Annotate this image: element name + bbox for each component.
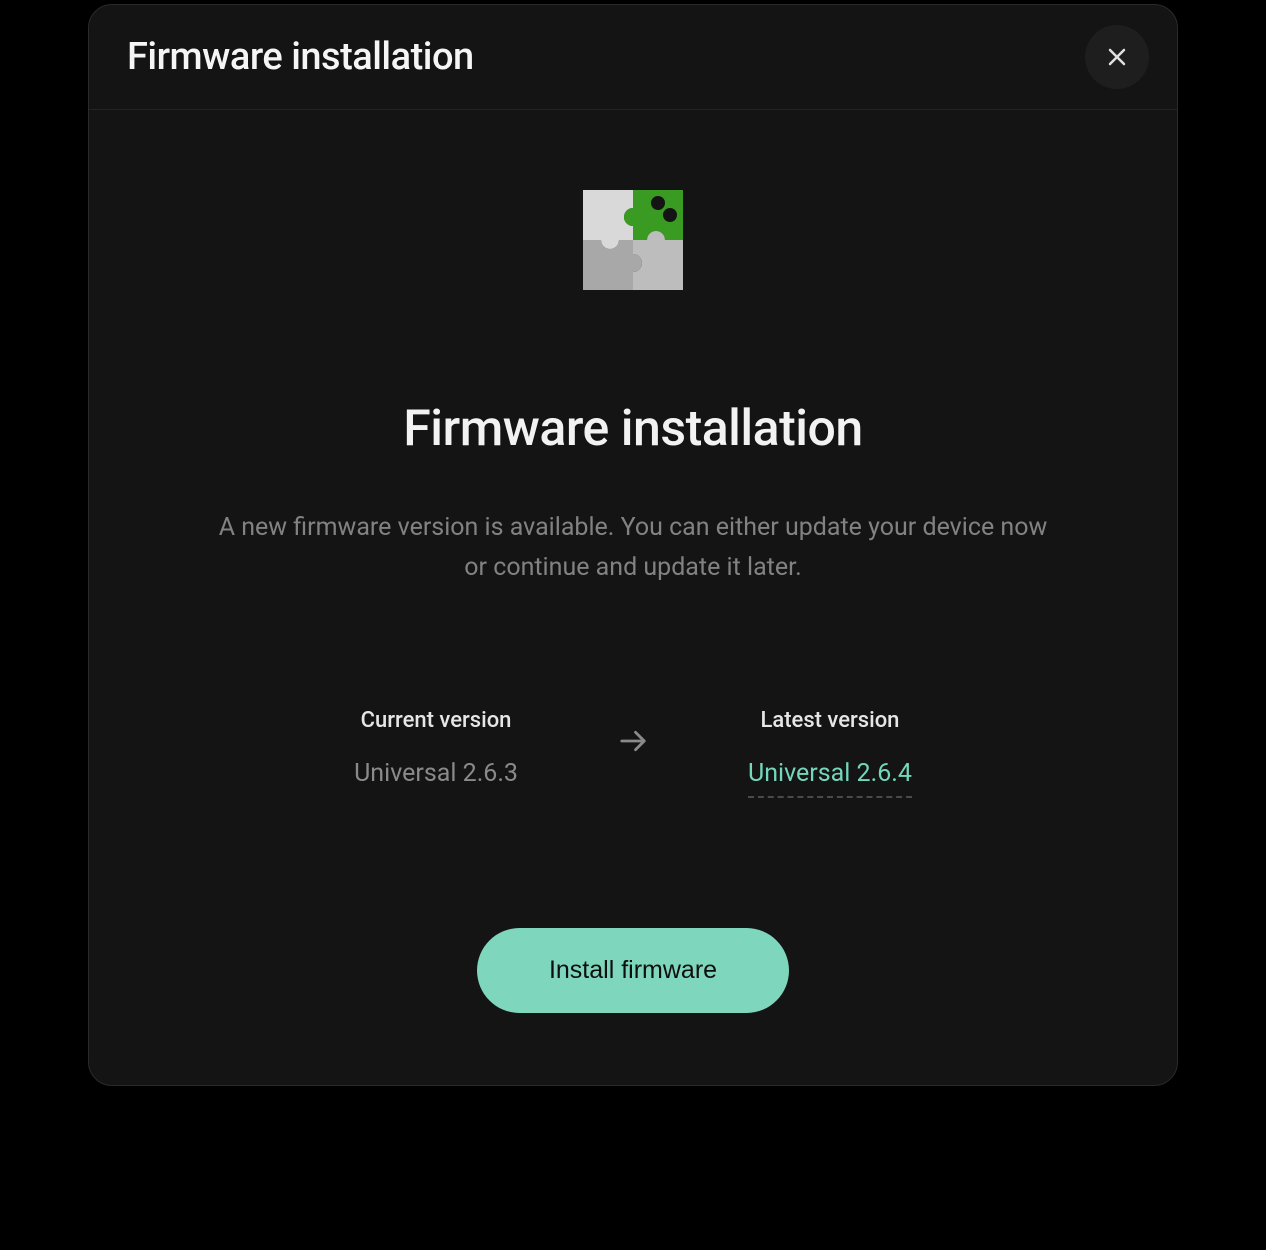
modal-title: Firmware installation	[127, 35, 474, 79]
firmware-install-modal: Firmware installation	[88, 4, 1178, 1086]
close-button[interactable]	[1085, 25, 1149, 89]
modal-header: Firmware installation	[89, 5, 1177, 110]
close-icon	[1105, 45, 1129, 69]
modal-body: Firmware installation A new firmware ver…	[89, 110, 1177, 1085]
current-version-label: Current version	[361, 708, 512, 733]
current-version-block: Current version Universal 2.6.3	[354, 708, 518, 788]
puzzle-icon	[563, 170, 703, 310]
latest-version-label: Latest version	[760, 708, 899, 733]
arrow-right-icon	[618, 726, 648, 760]
description-text: A new firmware version is available. You…	[218, 508, 1048, 588]
current-version-value: Universal 2.6.3	[354, 759, 518, 788]
install-firmware-button[interactable]: Install firmware	[477, 928, 789, 1013]
version-row: Current version Universal 2.6.3 Latest v…	[354, 708, 912, 798]
main-heading: Firmware installation	[403, 400, 862, 458]
latest-version-block: Latest version Universal 2.6.4	[748, 708, 912, 798]
latest-version-value[interactable]: Universal 2.6.4	[748, 759, 912, 798]
